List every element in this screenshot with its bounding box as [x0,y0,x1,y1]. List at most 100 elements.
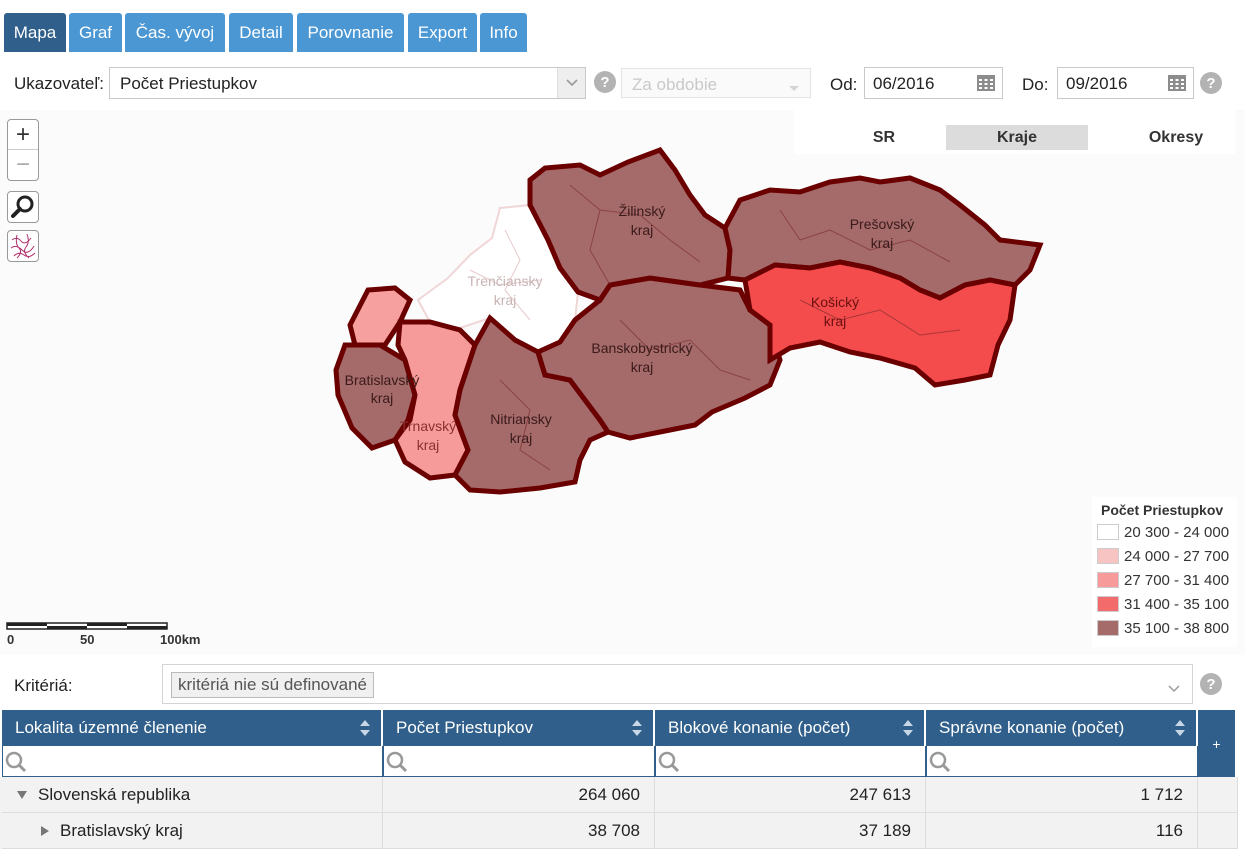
cell-spravne: 116 [926,813,1198,849]
to-date-value: 09/2016 [1066,74,1128,93]
column-header-label: Lokalita územné členenie [15,718,207,737]
zoom-control: + − [7,119,39,181]
search-icon [929,751,951,773]
legend-swatch [1097,596,1119,612]
legend-item: 24 000 - 27 700 [1097,547,1229,565]
scale-bar [6,622,168,630]
filter-pocet-input[interactable] [383,746,655,777]
zoom-out-button[interactable]: − [8,150,38,180]
sort-icon[interactable] [359,718,371,738]
cell-pocet: 38 708 [383,813,655,849]
criteria-help-icon[interactable]: ? [1200,673,1222,695]
cell-spravne: 1 712 [926,777,1198,813]
legend-label: 24 000 - 27 700 [1124,547,1230,565]
search-icon [5,751,27,773]
tab-graf[interactable]: Graf [69,13,122,52]
table-row[interactable]: Bratislavský kraj 38 708 37 189 116 [0,813,1238,849]
legend-label: 20 300 - 24 000 [1124,523,1230,541]
column-header-blokove[interactable]: Blokové konanie (počet) [655,710,925,746]
search-icon [658,751,680,773]
view-tabs: Mapa Graf Čas. vývoj Detail Porovnanie E… [0,0,1245,52]
filter-blokove-input[interactable] [655,746,926,777]
legend-swatch [1097,548,1119,564]
from-date-value: 06/2016 [873,74,935,93]
expand-right-icon[interactable] [40,825,50,837]
criteria-select[interactable]: kritériá nie sú definované [162,664,1193,704]
sort-icon[interactable] [902,718,914,738]
level-okresy[interactable]: Okresy [1136,125,1216,150]
chevron-down-icon [788,80,800,98]
tab-mapa[interactable]: Mapa [4,13,66,52]
cell-blokove: 37 189 [655,813,926,849]
legend-label: 31 400 - 35 100 [1124,595,1230,613]
legend-item: 31 400 - 35 100 [1097,595,1229,613]
date-help-icon[interactable]: ? [1200,72,1222,94]
tab-info[interactable]: Info [480,13,527,52]
add-column-button[interactable]: + [1198,710,1236,777]
column-header-pocet[interactable]: Počet Priestupkov [383,710,654,746]
criteria-label: Kritériá: [14,676,73,695]
from-date-input[interactable]: 06/2016 [864,67,1003,99]
table-row[interactable]: Slovenská republika 264 060 247 613 1 71… [0,777,1238,813]
cell-pocet: 264 060 [383,777,655,813]
to-date-input[interactable]: 09/2016 [1057,67,1194,99]
region-label-banskobystricky-kraj: kraj [631,359,654,375]
region-label-nitriansky-kraj: kraj [510,430,533,446]
legend-swatch [1097,572,1119,588]
filter-lokalita-input[interactable] [2,746,383,777]
legend-label: 27 700 - 31 400 [1124,571,1230,589]
region-label-trenciansky: Trenčiansky [468,273,543,289]
region-label-bratislavsky: Bratislavský [345,372,420,388]
tab-export[interactable]: Export [408,13,477,52]
legend-item: 20 300 - 24 000 [1097,523,1229,541]
region-label-banskobystricky: Banskobystrický [591,340,692,356]
indicator-help-icon[interactable]: ? [594,71,616,93]
indicator-select[interactable]: Počet Priestupkov [109,67,586,99]
legend-swatch [1097,620,1119,636]
region-label-trnavsky-kraj: kraj [417,437,440,453]
criteria-tag: kritériá nie sú definované [171,672,375,698]
legend-item: 35 100 - 38 800 [1097,619,1229,637]
map-layers-icon[interactable] [7,230,39,262]
region-label-trenciansky-kraj: kraj [494,292,517,308]
region-label-zilinsky-kraj: kraj [631,222,654,238]
calendar-icon[interactable] [976,73,996,93]
legend-item: 27 700 - 31 400 [1097,571,1229,589]
indicator-label: Ukazovateľ: [14,74,104,93]
column-header-label: Správne konanie (počet) [939,718,1125,737]
scale-label-100: 100km [160,632,201,647]
region-label-presovsky: Prešovský [850,216,915,232]
sort-icon[interactable] [1174,718,1186,738]
chevron-down-icon [557,68,585,98]
tab-cas-vyvoj[interactable]: Čas. vývoj [125,13,225,52]
column-header-lokalita[interactable]: Lokalita územné členenie [2,710,382,746]
tab-porovnanie[interactable]: Porovnanie [297,13,404,52]
sort-icon[interactable] [631,718,643,738]
level-kraje[interactable]: Kraje [946,125,1088,150]
period-select[interactable]: Za obdobie [621,68,811,98]
to-label: Do: [1022,75,1049,94]
region-label-kosicky: Košický [811,294,859,310]
calendar-icon[interactable] [1167,73,1187,93]
region-label-bratislavsky-kraj: kraj [371,390,394,406]
row-name: Slovenská republika [38,784,191,804]
legend-label: 35 100 - 38 800 [1124,619,1230,637]
expand-down-icon[interactable] [16,790,28,800]
region-label-presovsky-kraj: kraj [871,235,894,251]
zoom-in-button[interactable]: + [8,120,38,150]
column-header-spravne[interactable]: Správne konanie (počet) [926,710,1197,746]
cell-lokalita: Bratislavský kraj [2,813,383,849]
tab-detail[interactable]: Detail [229,13,293,52]
slovakia-map[interactable]: Žilinský kraj Prešovský kraj Trenčiansky… [0,110,1245,655]
region-label-zilinsky: Žilinský [619,203,666,219]
cell-empty [1198,813,1238,849]
row-name: Bratislavský kraj [60,820,183,840]
cell-blokove: 247 613 [655,777,926,813]
cell-lokalita: Slovenská republika [2,777,383,813]
filter-spravne-input[interactable] [926,746,1198,777]
column-header-label: Počet Priestupkov [396,718,534,737]
level-sr[interactable]: SR [844,125,924,150]
search-icon [386,751,408,773]
period-placeholder: Za obdobie [632,75,718,94]
magnifier-icon[interactable] [7,191,39,223]
